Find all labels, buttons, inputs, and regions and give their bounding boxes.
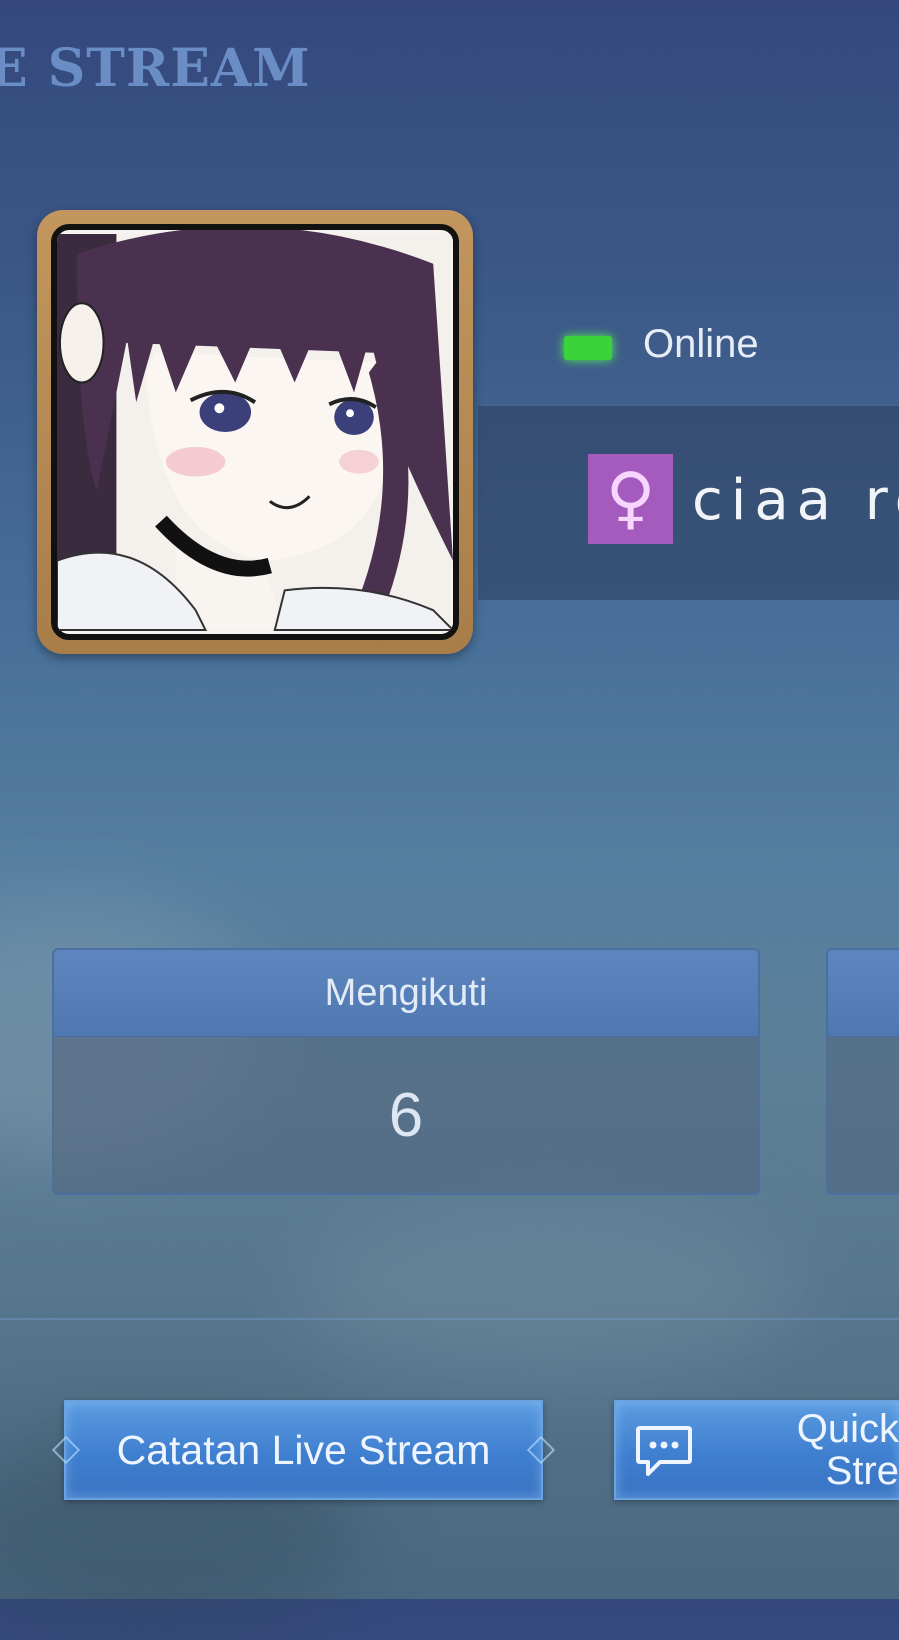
quick-stream-label: Quick Stre [797, 1402, 899, 1498]
online-status-indicator [564, 336, 612, 360]
stat-value: 6 [388, 1081, 424, 1150]
username: ciaa ro [692, 468, 899, 533]
stat-card-followers[interactable] [826, 948, 899, 1195]
live-stream-records-label: Catatan Live Stream [116, 1426, 491, 1473]
online-status-label: Online [643, 322, 759, 366]
stat-value [828, 1037, 899, 1193]
chat-bubble-icon [636, 1426, 692, 1476]
avatar[interactable] [37, 210, 473, 654]
stat-label [828, 950, 899, 1037]
live-stream-records-button[interactable]: Catatan Live Stream [64, 1400, 543, 1500]
background-cloud [300, 1200, 800, 1380]
stat-card-following[interactable]: Mengikuti 6 [52, 948, 760, 1195]
avatar-illustration [57, 230, 453, 631]
section-divider [0, 1318, 899, 1320]
page-title: E STREAM [0, 38, 311, 99]
avatar-image [51, 224, 459, 640]
quick-stream-button[interactable]: Quick Stre [614, 1400, 899, 1500]
stat-label: Mengikuti [54, 950, 758, 1037]
quick-stream-label-line2: Stre [825, 1449, 899, 1493]
female-gender-icon: ♀ [588, 454, 673, 544]
gender-symbol: ♀ [605, 459, 656, 538]
quick-stream-label-line1: Quick [796, 1407, 899, 1451]
